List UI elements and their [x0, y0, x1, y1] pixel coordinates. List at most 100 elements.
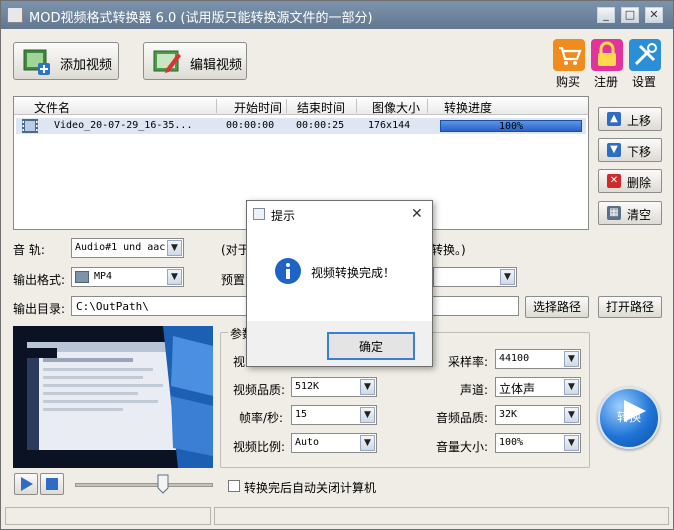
progress-text: 100%	[498, 121, 524, 132]
video-quality-select[interactable]: 512K ▼	[291, 377, 377, 397]
conversion-progress-bar: 100%	[440, 120, 582, 132]
clear-label: 清空	[627, 208, 652, 222]
row-filename: Video_20-07-29_16-35...	[54, 120, 193, 131]
channel-label: 声道:	[460, 383, 489, 397]
preset-select[interactable]: ▼	[433, 267, 517, 287]
channel-value: 立体声	[499, 382, 536, 396]
audio-track-select[interactable]: Audio#1 und aac ▼	[71, 238, 184, 258]
volume-select[interactable]: 100% ▼	[495, 433, 581, 453]
convert-label: 转换	[616, 410, 641, 424]
settings-tools-icon[interactable]	[628, 38, 662, 72]
choose-path-button[interactable]: 选择路径	[525, 296, 589, 318]
chevron-down-icon[interactable]: ▼	[167, 240, 182, 256]
dialog-title-bar: 提示 ✕	[247, 201, 432, 229]
status-bar-right	[214, 507, 669, 525]
preview-frame	[13, 326, 213, 468]
video-label: 视	[233, 355, 246, 369]
chevron-down-icon[interactable]: ▼	[500, 269, 515, 285]
edit-video-button[interactable]: 编辑视频	[143, 42, 247, 80]
output-dir-value: C:\OutPath\	[76, 300, 149, 313]
col-separator	[427, 99, 428, 113]
stop-icon	[46, 478, 58, 490]
main-window: MOD视频格式转换器 6.0 (试用版只能转换源文件的一部分) _ □ ✕ 添加…	[0, 0, 674, 530]
move-down-button[interactable]: ▼ 下移	[598, 138, 662, 162]
edit-video-label: 编辑视频	[190, 58, 243, 73]
delete-button[interactable]: ✕ 删除	[598, 169, 662, 193]
ok-button[interactable]: 确定	[327, 332, 415, 360]
chevron-down-icon[interactable]: ▼	[360, 407, 375, 423]
cart-icon[interactable]	[552, 38, 586, 72]
col-end[interactable]: 结束时间	[297, 99, 345, 116]
add-video-icon	[23, 49, 50, 75]
chevron-down-icon[interactable]: ▼	[360, 435, 375, 451]
chevron-down-icon[interactable]: ▼	[564, 351, 579, 367]
table-row[interactable]: Video_20-07-29_16-35... 00:00:00 00:00:2…	[16, 118, 586, 134]
dialog-message: 视频转换完成！	[311, 266, 396, 280]
aspect-select[interactable]: Auto ▼	[291, 433, 377, 453]
col-size[interactable]: 图像大小	[372, 99, 420, 116]
sample-rate-label: 采样率:	[448, 355, 489, 369]
app-icon	[7, 7, 23, 23]
register-label: 注册	[594, 75, 619, 89]
audio-track-value: Audio#1 und aac	[75, 242, 166, 253]
channel-select[interactable]: 立体声 ▼	[495, 377, 581, 397]
settings-label: 设置	[632, 75, 657, 89]
volume-label: 音量大小:	[436, 440, 489, 454]
fps-label: 帧率/秒:	[239, 411, 284, 425]
move-up-label: 上移	[627, 114, 652, 128]
output-format-select[interactable]: MP4 ▼	[71, 267, 184, 287]
dialog-close-icon[interactable]: ✕	[411, 206, 423, 222]
sample-rate-select[interactable]: 44100 ▼	[495, 349, 581, 369]
chevron-down-icon[interactable]: ▼	[167, 269, 182, 285]
col-separator	[216, 99, 217, 113]
video-quality-value: 512K	[295, 381, 320, 392]
audio-quality-value: 32K	[499, 409, 518, 420]
clear-icon: ▦	[607, 206, 621, 220]
output-format-value: MP4	[94, 271, 113, 282]
col-filename[interactable]: 文件名	[34, 99, 70, 116]
output-dir-label: 输出目录:	[13, 302, 66, 316]
aspect-value: Auto	[295, 437, 320, 448]
chevron-down-icon[interactable]: ▼	[564, 379, 579, 395]
seek-track[interactable]	[75, 483, 213, 487]
chevron-down-icon[interactable]: ▼	[564, 407, 579, 423]
move-down-label: 下移	[627, 145, 652, 159]
close-button[interactable]: ✕	[645, 7, 663, 23]
film-icon	[22, 119, 38, 133]
chevron-down-icon[interactable]: ▼	[564, 435, 579, 451]
clear-button[interactable]: ▦ 清空	[598, 201, 662, 225]
stop-button[interactable]	[40, 473, 64, 495]
video-quality-label: 视频品质:	[233, 383, 286, 397]
add-video-button[interactable]: 添加视频	[13, 42, 119, 80]
maximize-button[interactable]: □	[621, 7, 639, 23]
minimize-button[interactable]: _	[597, 7, 615, 23]
seek-slider-thumb[interactable]	[157, 474, 169, 494]
row-start: 00:00:00	[226, 120, 275, 131]
col-start[interactable]: 开始时间	[234, 99, 282, 116]
chevron-down-icon[interactable]: ▼	[360, 379, 375, 395]
convert-button[interactable]: 转换	[598, 387, 660, 449]
delete-label: 删除	[627, 176, 652, 190]
col-separator	[286, 99, 287, 113]
col-progress[interactable]: 转换进度	[444, 99, 492, 116]
auto-shutdown-label: 转换完后自动关闭计算机	[244, 481, 377, 495]
audio-quality-label: 音频品质:	[436, 411, 489, 425]
edit-video-icon	[153, 50, 181, 73]
format-file-icon	[75, 271, 89, 283]
play-button[interactable]	[14, 473, 38, 495]
message-dialog: 提示 ✕ 视频转换完成！ 确定	[246, 200, 433, 367]
move-up-button[interactable]: ▲ 上移	[598, 107, 662, 131]
add-video-label: 添加视频	[60, 58, 113, 73]
dialog-app-icon	[253, 208, 265, 220]
play-icon	[21, 477, 33, 491]
dialog-footer: 确定	[247, 321, 432, 366]
open-path-button[interactable]: 打开路径	[598, 296, 662, 318]
auto-shutdown-checkbox[interactable]	[228, 480, 240, 492]
audio-quality-select[interactable]: 32K ▼	[495, 405, 581, 425]
audio-track-label: 音 轨:	[13, 243, 45, 257]
fps-select[interactable]: 15 ▼	[291, 405, 377, 425]
window-title: MOD视频格式转换器 6.0 (试用版只能转换源文件的一部分)	[29, 11, 373, 26]
video-preview	[13, 326, 213, 468]
row-size: 176x144	[368, 120, 411, 131]
lock-icon[interactable]	[590, 38, 624, 72]
